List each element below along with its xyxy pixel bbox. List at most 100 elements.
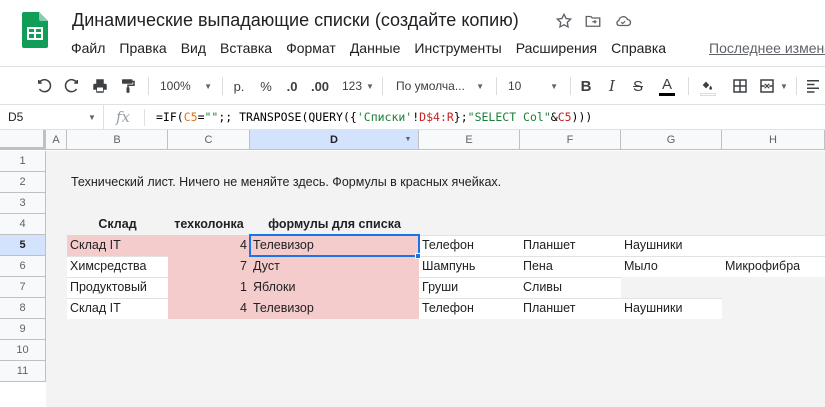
menu-help[interactable]: Справка: [604, 38, 673, 60]
table-cell[interactable]: Наушники: [621, 235, 722, 256]
column-header-e[interactable]: E: [419, 130, 520, 150]
star-icon[interactable]: [555, 12, 573, 30]
header-cell-techcolumn[interactable]: техколонка: [168, 214, 250, 235]
column-header-a[interactable]: A: [46, 130, 67, 150]
table-cell[interactable]: 4: [168, 298, 250, 319]
table-cell[interactable]: Продуктовый: [67, 277, 168, 298]
strikethrough-button[interactable]: S: [628, 74, 648, 98]
table-cell[interactable]: [722, 298, 825, 319]
row-header-8[interactable]: 8: [0, 298, 46, 319]
decrease-decimal-button[interactable]: .0: [280, 74, 304, 98]
font-family-dropdown[interactable]: По умолча... ▼: [392, 74, 488, 98]
table-cell[interactable]: [621, 277, 722, 298]
font-size-dropdown[interactable]: 10 ▼: [504, 74, 562, 98]
toolbar-separator: [796, 77, 797, 95]
table-cell[interactable]: Микрофибра: [722, 256, 825, 277]
zoom-dropdown[interactable]: 100% ▼: [156, 74, 216, 98]
horizontal-align-icon[interactable]: [802, 74, 824, 98]
document-title[interactable]: Динамические выпадающие списки (создайте…: [72, 10, 519, 31]
row-header-11[interactable]: 11: [0, 361, 46, 382]
menu-insert[interactable]: Вставка: [213, 38, 279, 60]
menu-file[interactable]: Файл: [64, 38, 112, 60]
column-header-d[interactable]: D: [250, 130, 419, 150]
print-icon[interactable]: [88, 74, 112, 98]
table-cell[interactable]: Планшет: [520, 298, 621, 319]
column-header-f[interactable]: F: [520, 130, 621, 150]
table-cell[interactable]: Наушники: [621, 298, 722, 319]
sheets-logo-icon[interactable]: [22, 12, 48, 48]
formula-input[interactable]: =IF(C5="";; TRANSPOSE(QUERY({'Списки'!D$…: [156, 110, 592, 124]
column-header-g[interactable]: G: [621, 130, 722, 150]
undo-icon[interactable]: [32, 74, 56, 98]
menu-extensions[interactable]: Расширения: [509, 38, 604, 60]
header-cell-warehouse[interactable]: Склад: [67, 214, 168, 235]
column-header-h[interactable]: H: [722, 130, 825, 150]
row-header-5[interactable]: 5: [0, 235, 46, 256]
selected-cell-d5[interactable]: Телевизор: [249, 234, 420, 257]
move-to-folder-icon[interactable]: [584, 12, 602, 30]
table-cell[interactable]: [722, 235, 825, 256]
menu-edit[interactable]: Правка: [112, 38, 173, 60]
row-header-7[interactable]: 7: [0, 277, 46, 298]
last-edit-link[interactable]: Последнее изменение: [709, 40, 825, 56]
bold-button[interactable]: B: [576, 74, 596, 98]
header-cell-formulas[interactable]: формулы для списка: [250, 214, 419, 235]
formula-separator: [144, 109, 145, 126]
currency-format-button[interactable]: р.: [228, 74, 250, 98]
table-cell[interactable]: Телевизор: [250, 298, 419, 319]
percent-format-button[interactable]: %: [256, 74, 276, 98]
toolbar-separator: [688, 77, 689, 95]
filter-dropdown-icon[interactable]: ▼: [402, 134, 414, 146]
table-cell[interactable]: Телефон: [419, 298, 520, 319]
table-cell[interactable]: 4: [168, 235, 250, 256]
merge-cells-icon[interactable]: ▼: [758, 74, 788, 98]
menu-view[interactable]: Вид: [174, 38, 213, 60]
sheet-note[interactable]: Технический лист. Ничего не меняйте здес…: [68, 172, 504, 193]
text-color-button[interactable]: A: [656, 74, 678, 98]
borders-icon[interactable]: [728, 74, 752, 98]
row-header-4[interactable]: 4: [0, 214, 46, 235]
menu-tools[interactable]: Инструменты: [407, 38, 508, 60]
cloud-status-icon[interactable]: [614, 12, 632, 30]
table-cell[interactable]: Груши: [419, 277, 520, 298]
chevron-down-icon: ▼: [476, 81, 484, 91]
column-header-b[interactable]: B: [67, 130, 168, 150]
table-cell[interactable]: Мыло: [621, 256, 722, 277]
table-cell[interactable]: [722, 277, 825, 298]
menu-format[interactable]: Формат: [279, 38, 343, 60]
row-header-6[interactable]: 6: [0, 256, 46, 277]
row-header-9[interactable]: 9: [0, 319, 46, 340]
formula-part: =: [197, 110, 205, 124]
table-cell[interactable]: Планшет: [520, 235, 621, 256]
table-cell[interactable]: Пена: [520, 256, 621, 277]
formula-ref: C5: [557, 110, 572, 124]
chevron-down-icon[interactable]: ▼: [88, 113, 96, 122]
table-cell[interactable]: Шампунь: [419, 256, 520, 277]
fill-color-icon[interactable]: [696, 74, 720, 98]
row-header-10[interactable]: 10: [0, 340, 46, 361]
column-header-c[interactable]: C: [168, 130, 250, 150]
redo-icon[interactable]: [60, 74, 84, 98]
table-cell[interactable]: 1: [168, 277, 250, 298]
select-all-corner[interactable]: [0, 130, 46, 150]
row-header-1[interactable]: 1: [0, 151, 46, 172]
table-cell[interactable]: Склад IT: [67, 235, 168, 256]
fill-handle[interactable]: [415, 253, 421, 259]
paint-format-icon[interactable]: [116, 74, 140, 98]
row-header-2[interactable]: 2: [0, 172, 46, 193]
table-cell[interactable]: Сливы: [520, 277, 621, 298]
table-cell[interactable]: Дуст: [250, 256, 419, 277]
formula-string: "": [204, 110, 219, 124]
number-format-dropdown[interactable]: 123 ▼: [338, 74, 374, 98]
row-header-3[interactable]: 3: [0, 193, 46, 214]
table-cell[interactable]: Химсредства: [67, 256, 168, 277]
table-cell[interactable]: 7: [168, 256, 250, 277]
toolbar-separator: [222, 77, 223, 95]
table-cell[interactable]: Яблоки: [250, 277, 419, 298]
table-cell[interactable]: Телефон: [419, 235, 520, 256]
formula-string: 'Списки': [356, 110, 413, 124]
increase-decimal-button[interactable]: .00: [306, 74, 334, 98]
italic-button[interactable]: I: [602, 74, 622, 98]
table-cell[interactable]: Склад IT: [67, 298, 168, 319]
menu-data[interactable]: Данные: [343, 38, 408, 60]
